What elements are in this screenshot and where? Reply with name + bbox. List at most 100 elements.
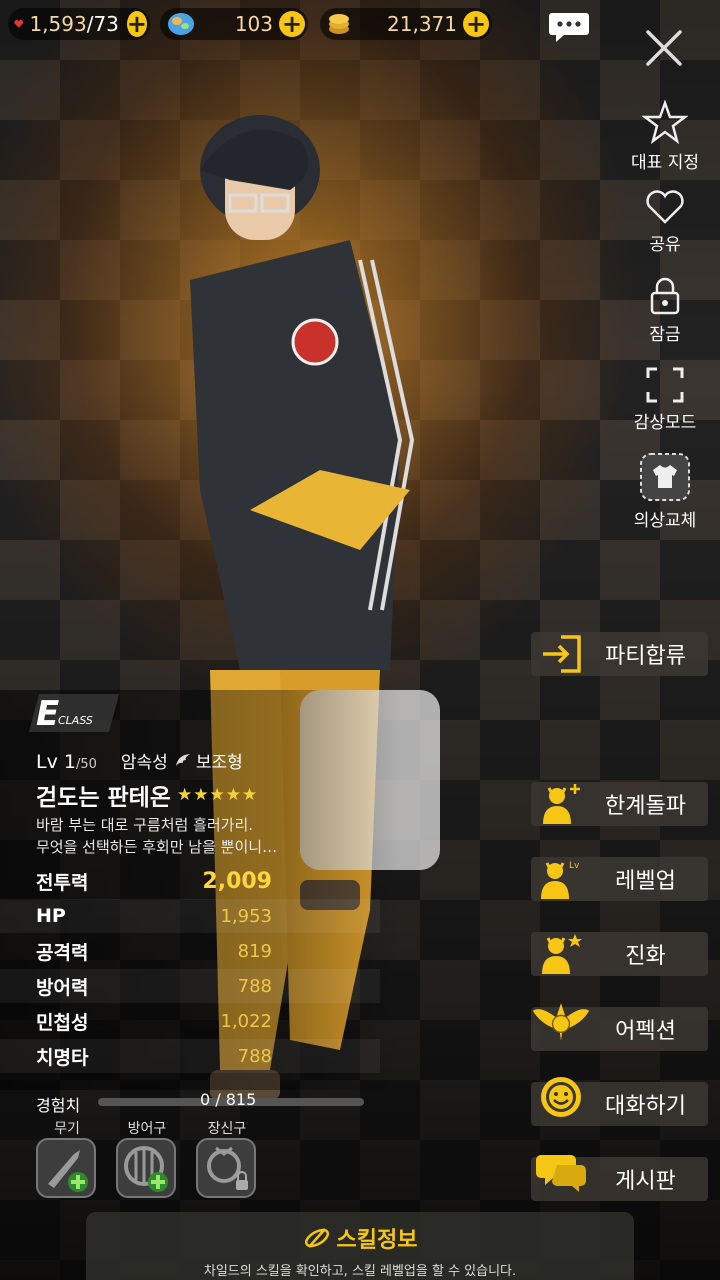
gems-value: 103	[234, 12, 273, 36]
action-label: 파티합류	[605, 644, 686, 669]
gold-value: 21,371	[387, 12, 457, 36]
gold-counter[interactable]: 21,371 +	[320, 8, 492, 40]
chat-smile-icon	[541, 1077, 581, 1117]
level-up-icon: Lv	[541, 861, 580, 899]
character-description: 바람 부는 대로 구름처럼 흘러가리. 무엇을 선택하든 후회만 남을 뿐이니…	[36, 814, 277, 858]
view-mode-button[interactable]: 감상모드	[622, 366, 708, 433]
side-label: 대표 지정	[631, 153, 699, 173]
stat-value: 1,022	[220, 1010, 272, 1032]
character-name-row: 걷도는 판테온 ★★★★★	[36, 778, 258, 812]
level-value: Lv 1	[36, 751, 76, 773]
action-label: 어펙션	[615, 1019, 676, 1044]
add-hearts-button[interactable]: +	[126, 11, 147, 37]
lock-icon	[236, 1180, 248, 1190]
costume-icon	[640, 453, 690, 501]
side-label: 공유	[649, 235, 681, 255]
stat-value: 2,009	[202, 868, 272, 894]
limit-break-icon	[543, 784, 580, 824]
hearts-value: 1,593	[29, 12, 87, 36]
description-line: 바람 부는 대로 구름처럼 흘러가리.	[36, 816, 254, 834]
close-icon[interactable]	[644, 28, 684, 68]
level-max: /50	[75, 757, 97, 772]
side-label: 감상모드	[633, 413, 697, 433]
affection-button[interactable]: 어펙션	[531, 1003, 708, 1051]
side-label: 잠금	[649, 325, 681, 345]
equip-label-weapon: 무기	[54, 1121, 80, 1137]
enter-party-icon	[543, 635, 581, 673]
gems-counter[interactable]: 103 +	[160, 8, 308, 40]
level-up-button[interactable]: Lv 레벨업	[531, 857, 708, 901]
stat-row-agility: 민첩성 1,022	[0, 1004, 380, 1038]
lock-icon	[650, 277, 680, 315]
heart-icon	[14, 20, 24, 28]
equip-label-accessory: 장신구	[207, 1121, 247, 1137]
affection-icon	[532, 1003, 590, 1041]
action-label: 한계돌파	[605, 794, 686, 819]
gem-icon	[168, 13, 194, 35]
heart-outline-icon	[646, 190, 684, 224]
set-representative-button[interactable]: 대표 지정	[622, 100, 708, 173]
join-party-button[interactable]: 파티합류	[531, 632, 708, 676]
hearts-counter[interactable]: 1,593 /73 +	[8, 8, 150, 40]
stat-row-attack: 공격력 819	[0, 934, 380, 968]
evolve-button[interactable]: 진화	[531, 932, 708, 976]
exp-value: 0 / 815	[200, 1090, 257, 1109]
star-outline-icon	[642, 100, 688, 144]
level-row: Lv 1 /50 암속성 보조형	[36, 748, 249, 773]
character-name: 걷도는 판테온	[36, 785, 171, 811]
stat-label: 치명타	[36, 1046, 89, 1069]
chat-bubble-icon[interactable]	[548, 10, 590, 44]
weapon-slot[interactable]	[36, 1138, 96, 1198]
change-costume-button[interactable]: 의상교체	[622, 452, 708, 531]
evolve-icon	[542, 934, 582, 974]
share-button[interactable]: 공유	[622, 188, 708, 255]
support-wing-icon	[175, 754, 190, 766]
action-label: 대화하기	[605, 1094, 686, 1119]
svg-text:Lv: Lv	[569, 861, 580, 871]
armor-slot[interactable]	[116, 1138, 176, 1198]
dark-element-icon	[105, 753, 113, 767]
rarity-stars: ★★★★★	[176, 785, 259, 805]
element-label: 암속성	[120, 753, 168, 773]
action-label: 레벨업	[615, 869, 676, 894]
board-button[interactable]: 게시판	[531, 1155, 708, 1201]
add-gold-button[interactable]: +	[463, 11, 489, 37]
stat-label: 민첩성	[36, 1011, 89, 1034]
action-label: 진화	[625, 944, 666, 969]
skill-icon	[304, 1228, 329, 1248]
accessory-ring-icon	[207, 1146, 248, 1190]
stat-value: 788	[237, 1045, 272, 1067]
equip-label-armor: 방어구	[127, 1121, 167, 1137]
exp-label: 경험치	[36, 1096, 81, 1115]
talk-button[interactable]: 대화하기	[531, 1077, 708, 1126]
accessory-slot[interactable]	[196, 1138, 256, 1198]
board-icon	[536, 1155, 586, 1192]
lock-button[interactable]: 잠금	[622, 276, 708, 345]
stat-label: HP	[36, 905, 66, 927]
hearts-max: /73	[86, 12, 119, 36]
stat-label: 공격력	[36, 941, 89, 964]
weapon-knife-icon	[48, 1150, 88, 1192]
armor-shield-icon	[124, 1146, 168, 1192]
gold-coin-icon	[329, 14, 349, 34]
description-line: 무엇을 선택하든 후회만 남을 뿐이니…	[36, 838, 278, 856]
skill-subtitle: 차일드의 스킬을 확인하고, 스킬 레벨업을 할 수 있습니다.	[203, 1264, 517, 1279]
side-label: 의상교체	[633, 511, 697, 531]
fullscreen-icon	[646, 367, 684, 403]
stat-label: 전투력	[36, 871, 89, 894]
stat-row-critical: 치명타 788	[0, 1039, 380, 1073]
stat-value: 819	[237, 940, 272, 962]
class-word: CLASS	[58, 714, 93, 727]
stat-value: 1,953	[220, 905, 272, 927]
stat-row-power: 전투력 2,009	[0, 864, 380, 898]
stat-row-defense: 방어력 788	[0, 969, 380, 1003]
stat-label: 방어력	[36, 976, 89, 999]
stat-row-hp: HP 1,953	[0, 899, 380, 933]
skill-info-button[interactable]: 스킬정보 차일드의 스킬을 확인하고, 스킬 레벨업을 할 수 있습니다.	[86, 1212, 634, 1280]
limit-break-button[interactable]: 한계돌파	[531, 782, 708, 826]
class-letter: E	[36, 694, 60, 734]
skill-title: 스킬정보	[336, 1228, 418, 1253]
stat-value: 788	[237, 975, 272, 997]
role-label: 보조형	[195, 753, 243, 773]
add-gems-button[interactable]: +	[279, 11, 305, 37]
